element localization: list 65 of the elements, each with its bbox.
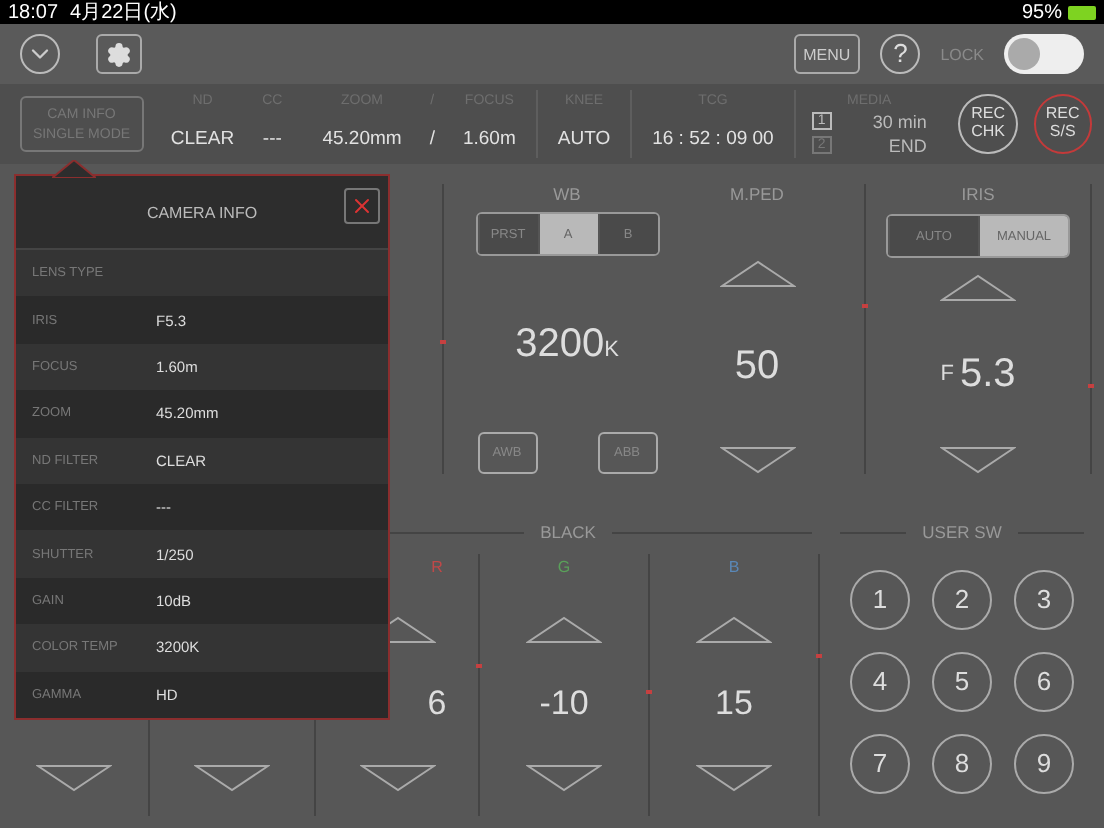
battery-icon	[1068, 5, 1096, 19]
user-switch-button[interactable]: 2	[932, 570, 992, 630]
channel-label: G	[557, 558, 571, 576]
down-triangle-icon[interactable]	[194, 764, 270, 792]
marker-tick	[646, 690, 652, 694]
down-triangle-icon[interactable]	[719, 446, 795, 474]
value-prefix: F	[940, 362, 954, 386]
status-date: 4月22日(水)	[70, 0, 177, 26]
value-display: 3200K	[515, 321, 619, 367]
panel-title: IRIS	[961, 184, 995, 204]
down-triangle-icon[interactable]	[696, 764, 772, 792]
value-display: 5.3	[959, 351, 1016, 397]
help-button[interactable]: ?	[880, 34, 921, 74]
field-value: CLEAR	[170, 128, 235, 150]
user-switch-button[interactable]: 3	[1014, 570, 1074, 630]
slot-value: 30 min	[872, 111, 927, 131]
field-value: 16 : 52 : 09 00	[652, 128, 774, 150]
lock-toggle[interactable]	[1004, 34, 1084, 74]
up-triangle-icon[interactable]	[696, 616, 772, 644]
user-switch-button[interactable]: 9	[1014, 734, 1074, 794]
settings-icon	[106, 41, 132, 67]
value-display: 15	[715, 684, 753, 724]
down-triangle-icon[interactable]	[359, 764, 435, 792]
menu-button[interactable]: MENU	[793, 34, 861, 74]
section-title: BLACK	[540, 522, 596, 542]
status-time: 18:07	[8, 1, 59, 23]
channel-label: B	[728, 558, 740, 576]
value-display: 6	[427, 684, 447, 724]
marker-tick	[440, 340, 446, 344]
marker-tick	[862, 304, 868, 308]
up-triangle-icon[interactable]	[526, 616, 602, 644]
up-triangle-icon[interactable]	[940, 274, 1016, 302]
user-switch-button[interactable]: 6	[1014, 652, 1074, 712]
field-value: ---	[262, 128, 282, 150]
close-button[interactable]	[344, 188, 380, 224]
field-value: 1.60m	[462, 128, 516, 150]
user-switch-button[interactable]: 1	[850, 570, 910, 630]
section-title: USER SW	[922, 522, 1002, 542]
marker-tick	[476, 664, 482, 668]
settings-button[interactable]	[96, 34, 142, 74]
value-display: -10	[539, 684, 589, 724]
separator: /	[429, 128, 435, 150]
channel-label: R	[431, 558, 443, 576]
user-switch-button[interactable]: 8	[932, 734, 992, 794]
marker-tick	[816, 654, 822, 658]
field-value: 45.20mm	[322, 128, 402, 150]
slot-value: END	[888, 135, 927, 155]
down-triangle-icon[interactable]	[36, 764, 112, 792]
value-display: 50	[734, 344, 780, 390]
marker-tick	[1088, 384, 1094, 388]
field-value: AUTO	[557, 128, 611, 150]
dropdown-button[interactable]	[20, 34, 60, 74]
user-switch-button[interactable]: 4	[850, 652, 910, 712]
user-switch-button[interactable]: 7	[850, 734, 910, 794]
up-triangle-icon[interactable]	[719, 260, 795, 288]
panel-title: M.PED	[730, 184, 784, 204]
close-icon	[350, 194, 374, 218]
battery-percent: 95%	[1021, 1, 1062, 23]
panel-title: WB	[553, 184, 581, 204]
record-check-button[interactable]: REC CHK	[958, 94, 1018, 154]
record-button[interactable]: REC S/S	[1033, 94, 1093, 154]
down-triangle-icon[interactable]	[526, 764, 602, 792]
panel-title: CAMERA INFO	[146, 203, 258, 221]
down-triangle-icon[interactable]	[940, 446, 1016, 474]
user-switch-button[interactable]: 5	[932, 652, 992, 712]
